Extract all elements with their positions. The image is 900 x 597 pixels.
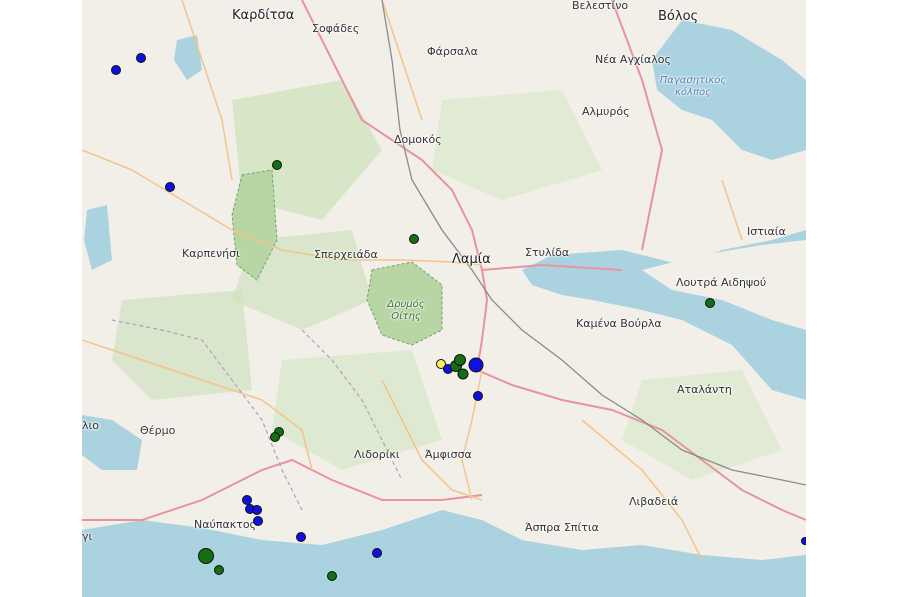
earthquake-marker[interactable] [136,53,146,63]
map-label: Ιστιαία [747,225,786,238]
map-label: Σπερχειάδα [314,248,378,261]
forest-area [112,290,252,400]
earthquake-marker[interactable] [296,532,306,542]
map-label: Αλμυρός [582,105,630,118]
map-label: Σοφάδες [312,22,360,35]
earthquake-marker[interactable] [252,505,262,515]
lake [84,205,112,270]
motorway [611,0,664,251]
map-label: Θέρμο [140,424,176,437]
map-view[interactable]: Καρδίτσα Σοφάδες Φάρσαλα Βελεστίνο Βόλος… [82,0,806,597]
earthquake-marker[interactable] [253,516,263,526]
map-label: Δομοκός [394,133,442,146]
earthquake-marker[interactable] [468,357,484,373]
earthquake-marker[interactable] [214,565,224,575]
earthquake-marker[interactable] [409,234,419,244]
earthquake-marker[interactable] [198,548,214,564]
earthquake-marker[interactable] [111,65,121,75]
map-label: Άσπρα Σπίτια [525,521,599,534]
map-label: Λιβαδειά [629,495,679,508]
primary-road [461,369,483,501]
map-label: Καρδίτσα [232,8,295,23]
earthquake-marker[interactable] [457,368,469,380]
water-gulf [82,510,806,597]
map-label: γι [82,530,93,543]
forest-area [432,90,602,200]
earthquake-marker[interactable] [473,391,483,401]
map-label: Λιδορίκι [354,448,400,461]
earthquake-marker[interactable] [454,354,466,366]
earthquake-marker[interactable] [272,160,282,170]
map-label: Παγασητικός κόλπος [659,75,727,98]
map-label: Νέα Αγχίαλος [595,53,671,66]
map-label: Δρυμός Οίτης [387,299,425,322]
earthquake-marker[interactable] [165,182,175,192]
map-label: Καμένα Βούρλα [576,317,662,330]
earthquake-marker[interactable] [270,432,280,442]
map-label: Λαμία [452,252,491,267]
map-label: λιο [82,419,99,432]
primary-road [721,179,743,241]
earthquake-marker[interactable] [801,537,806,545]
map-label: Φάρσαλα [427,45,478,58]
earthquake-marker[interactable] [327,571,337,581]
earthquake-marker[interactable] [705,298,715,308]
map-label: Βόλος [658,9,699,24]
map-label: Άμφισσα [425,448,472,461]
primary-road [181,0,233,181]
map-label: Λουτρά Αιδηψού [676,276,767,289]
lake [174,35,202,80]
map-label: Βελεστίνο [572,0,629,12]
primary-road [381,0,423,121]
map-label: Στυλίδα [525,246,570,259]
earthquake-marker[interactable] [372,548,382,558]
map-label: Ναύπακτος [194,518,257,531]
map-label: Αταλάντη [677,383,732,396]
map-label: Καρπενήσι [182,247,240,260]
